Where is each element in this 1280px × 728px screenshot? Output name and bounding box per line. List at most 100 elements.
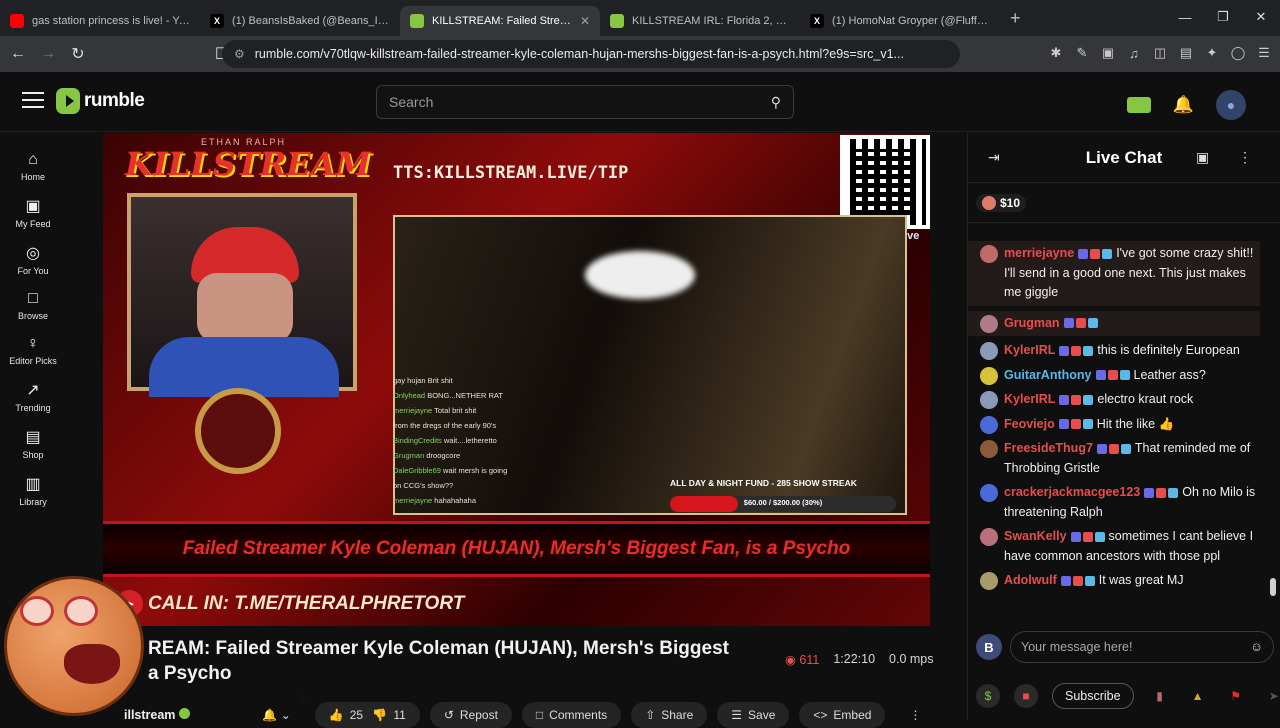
pinned-tip[interactable]: $10	[976, 193, 1027, 212]
nav-item-browse[interactable]: □ Browse	[0, 290, 66, 321]
browser-tab[interactable]: KILLSTREAM IRL: Florida 2, Candy Da	[600, 6, 800, 36]
notify-bell-button[interactable]: 🔔 ⌄	[248, 702, 304, 728]
puzzle-icon[interactable]: ✎	[1074, 44, 1090, 62]
like-button[interactable]: 👍 25 👎 11	[314, 702, 420, 728]
back-icon[interactable]: ←	[6, 45, 30, 63]
search-placeholder: Search	[389, 94, 434, 110]
youtube-icon	[10, 14, 24, 28]
chat-username[interactable]: merriejayne	[1004, 246, 1074, 260]
popout-chat-icon[interactable]: ▣	[1196, 149, 1209, 166]
music-icon[interactable]: ♫	[1126, 44, 1142, 62]
chat-username[interactable]: KylerIRL	[1004, 392, 1055, 406]
badge-icon[interactable]: ▮	[1148, 684, 1172, 708]
chat-username[interactable]: crackerjackmacgee123	[1004, 485, 1140, 499]
sidebar-icon[interactable]: ◫	[1152, 44, 1168, 62]
shield-icon[interactable]: ◯	[1230, 44, 1246, 62]
overlay-chat-user: DaleGribble69	[393, 466, 441, 475]
subscribe-button[interactable]: Subscribe	[1052, 683, 1134, 709]
home-icon: ⌂	[28, 151, 38, 168]
chat-options-icon[interactable]: ⋮	[1238, 149, 1252, 166]
rumble-logo[interactable]: rumble	[56, 88, 145, 114]
user-avatar[interactable]: ●	[1216, 90, 1246, 120]
site-info-icon[interactable]: ⚙	[234, 47, 245, 61]
address-bar-row: ← → ↻ ☐ ⚙ rumble.com/v70tlqw-killstream-…	[0, 36, 1280, 72]
collapse-chat-icon[interactable]: ⇥	[988, 149, 1000, 166]
more-options-icon[interactable]: ⋮	[895, 702, 935, 728]
send-icon[interactable]: ➤	[1262, 684, 1280, 708]
nav-item-shop[interactable]: ▤ Shop	[0, 427, 66, 460]
new-tab-button[interactable]: +	[1010, 8, 1021, 29]
go-live-camera-icon[interactable]	[1126, 97, 1151, 113]
chat-avatar[interactable]	[980, 391, 998, 409]
tab-title: KILLSTREAM: Failed Streamer	[432, 15, 572, 27]
video-player[interactable]: ETHAN RALPH KILLSTREAM TTS:KILLSTREAM.LI…	[103, 133, 930, 626]
nav-item-library[interactable]: ▥ Library	[0, 474, 66, 507]
chat-username[interactable]: Grugman	[1004, 316, 1060, 330]
hamburger-menu-icon[interactable]	[22, 92, 44, 113]
comments-button[interactable]: □ Comments	[521, 702, 622, 728]
chat-message-input[interactable]: Your message here! ☺	[1010, 631, 1274, 663]
chat-avatar[interactable]	[980, 484, 998, 502]
browser-tab[interactable]: X (1) HomoNat Groyper (@FlufferLover	[800, 6, 1000, 36]
save-button[interactable]: ☰ Save	[717, 702, 790, 728]
overlay-chat: gay hujan Brit shit Onlyhead BONG...NETHE…	[393, 373, 563, 508]
chat-username[interactable]: Feoviejo	[1004, 417, 1055, 431]
rumble-logo-icon	[56, 88, 80, 114]
browser-tab[interactable]: KILLSTREAM: Failed Streamer ✕	[400, 6, 600, 36]
notification-bell-icon[interactable]: 🔔	[1173, 95, 1194, 115]
feed-icon: ▣	[25, 198, 41, 215]
rant-icon[interactable]: ⚑	[1224, 684, 1248, 708]
ai-icon[interactable]: ✦	[1204, 44, 1220, 62]
chat-username[interactable]: FreesideThug7	[1004, 441, 1093, 455]
browser-tab[interactable]: gas station princess is live! - YouTube	[0, 6, 200, 36]
tip-dollar-icon[interactable]: $	[976, 684, 1000, 708]
gift-icon[interactable]: ■	[1014, 684, 1038, 708]
chat-avatar[interactable]	[980, 342, 998, 360]
chat-username[interactable]: KylerIRL	[1004, 343, 1055, 357]
reload-icon[interactable]: ↻	[66, 44, 90, 64]
chat-username[interactable]: Adolwulf	[1004, 573, 1057, 587]
search-icon[interactable]: ⚲	[771, 94, 781, 111]
chat-username[interactable]: SwanKelly	[1004, 529, 1067, 543]
chat-avatar[interactable]	[980, 245, 998, 263]
browser-tab[interactable]: X (1) BeansIsBaked (@Beans_Is_Baked)	[200, 6, 400, 36]
close-tab-icon[interactable]: ✕	[580, 14, 590, 28]
search-input[interactable]: Search ⚲	[376, 85, 794, 119]
nav-item-home[interactable]: ⌂ Home	[0, 151, 66, 182]
emoji-icon[interactable]: ☺	[1250, 640, 1263, 654]
chat-avatar[interactable]	[980, 415, 998, 434]
chat-message: Grugman	[968, 310, 1260, 336]
chat-username[interactable]: GuitarAnthony	[1004, 368, 1092, 382]
chat-avatar[interactable]	[980, 314, 998, 333]
nav-item-label: Shop	[22, 450, 44, 460]
nav-item-trending[interactable]: ↗ Trending	[0, 380, 66, 413]
close-window-icon[interactable]: ✕	[1242, 0, 1280, 34]
reader-icon[interactable]: ▣	[1100, 44, 1116, 62]
maximize-icon[interactable]: ❐	[1204, 0, 1242, 34]
chat-avatar[interactable]	[980, 528, 998, 546]
video-bitrate: 0.0 mps	[889, 652, 934, 666]
url-bar[interactable]: ⚙ rumble.com/v70tlqw-killstream-failed-s…	[222, 40, 960, 68]
nav-item-my-feed[interactable]: ▣ My Feed	[0, 196, 66, 229]
repost-button[interactable]: ↺ Repost	[429, 702, 512, 728]
chat-avatar[interactable]	[980, 366, 998, 385]
brand-title: KILLSTREAM	[125, 145, 371, 183]
overlay-chat-user: Grugman	[393, 451, 425, 460]
rank-icon[interactable]: ▲	[1186, 684, 1210, 708]
tab-title: (1) HomoNat Groyper (@FlufferLover	[832, 15, 990, 27]
chat-avatar[interactable]	[980, 572, 998, 590]
embed-button[interactable]: <> Embed	[799, 702, 886, 728]
overlay-chat-text: BONG...NETHER RAT	[427, 391, 503, 400]
nav-item-editor-picks[interactable]: ♀ Editor Picks	[0, 335, 66, 366]
forward-icon[interactable]: →	[36, 45, 60, 63]
extension-icon[interactable]: ✱	[1048, 44, 1064, 62]
chat-avatar[interactable]	[980, 440, 998, 458]
wallet-icon[interactable]: ▤	[1178, 44, 1194, 62]
minimize-icon[interactable]: —	[1166, 0, 1204, 34]
chat-badges	[1078, 248, 1113, 259]
overlay-chat-line: DaleGribble69 wait mersh is going	[393, 463, 563, 478]
menu-icon[interactable]: ☰	[1256, 44, 1272, 62]
share-button[interactable]: ⇧ Share	[631, 702, 708, 728]
nav-item-for-you[interactable]: ◎ For You	[0, 243, 66, 276]
video-banner: Failed Streamer Kyle Coleman (HUJAN), Me…	[103, 521, 930, 577]
